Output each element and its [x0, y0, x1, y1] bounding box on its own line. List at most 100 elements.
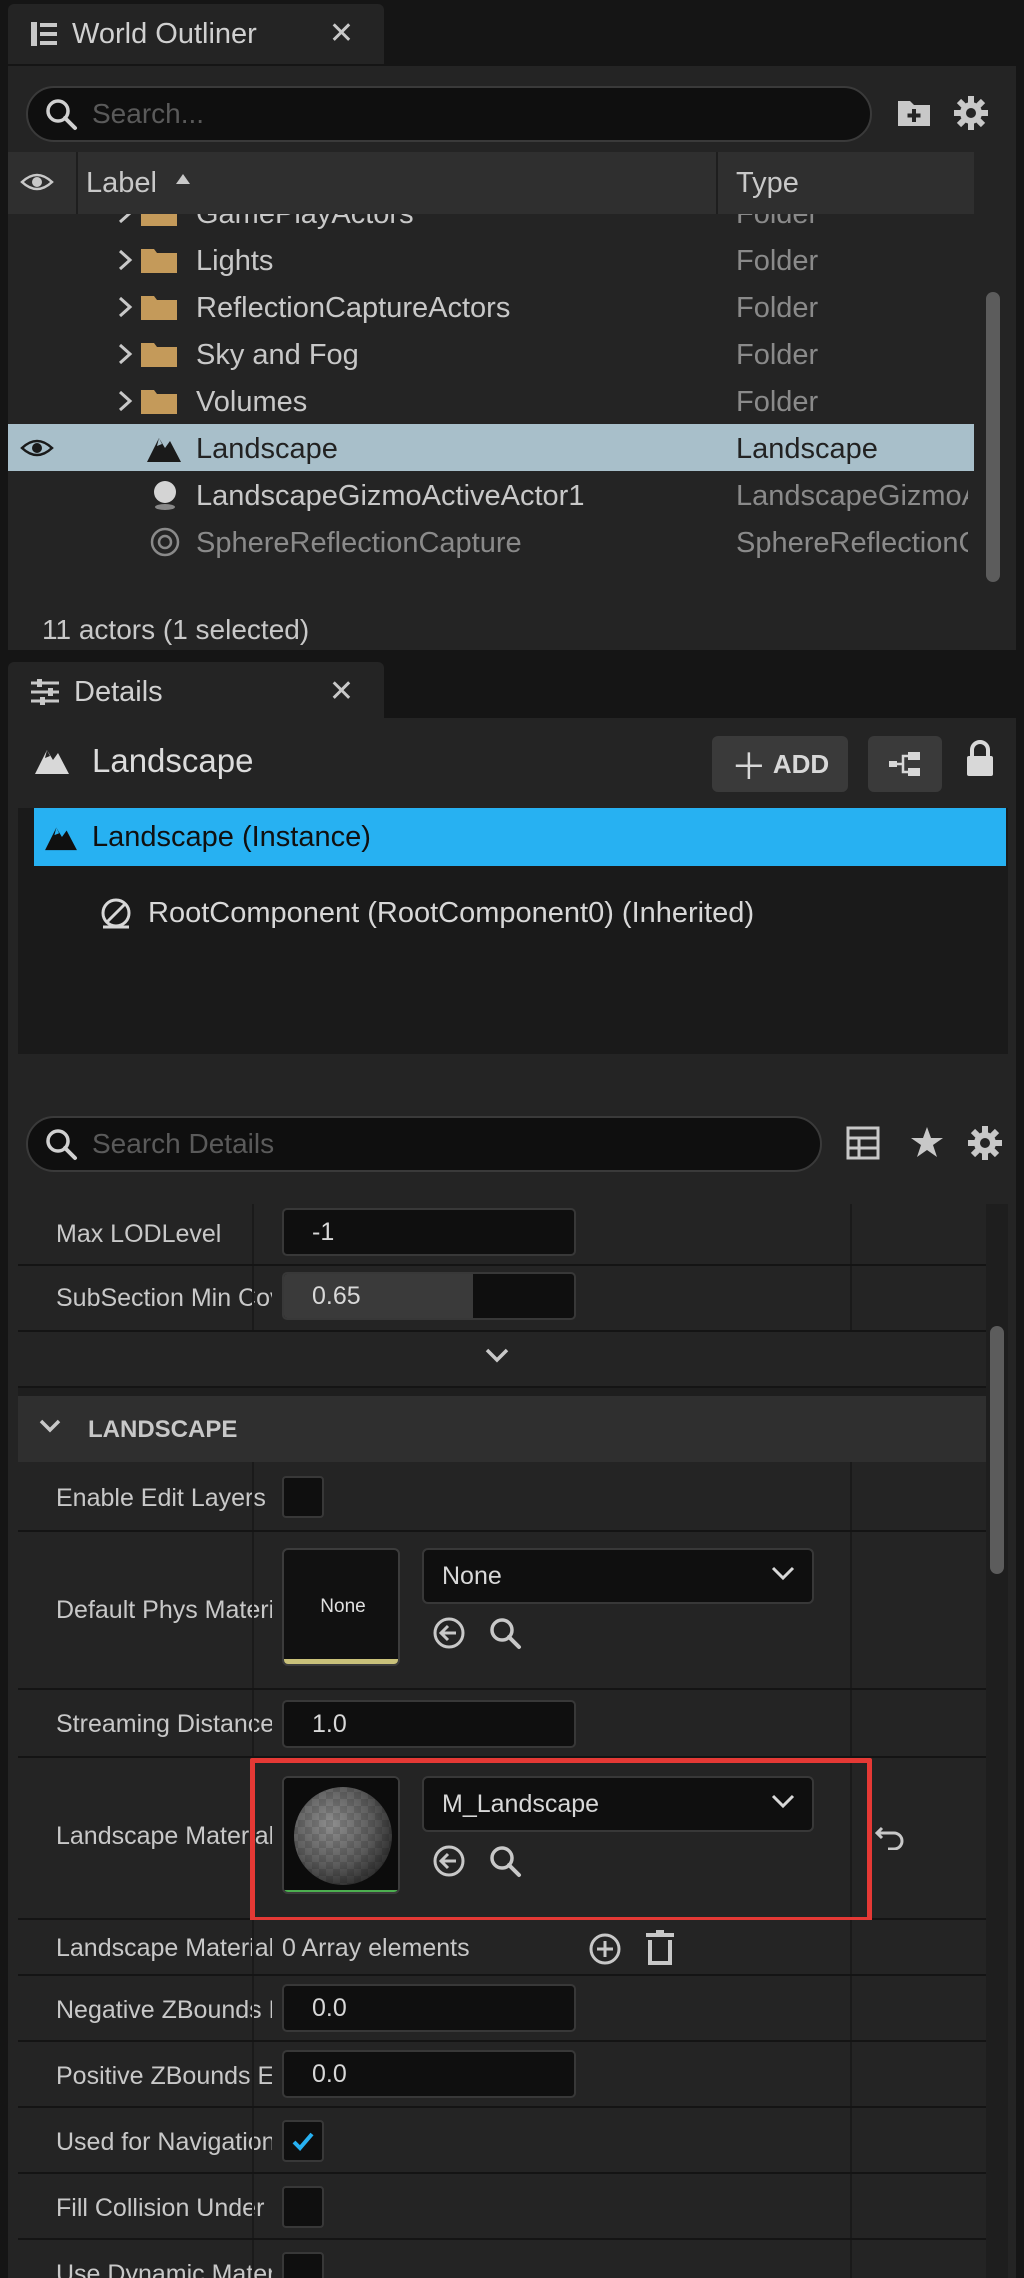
tree-row[interactable]: GamePlayActors Folder: [8, 214, 974, 236]
tab-details[interactable]: Details ✕: [8, 662, 384, 722]
trash-icon[interactable]: [644, 1930, 676, 1966]
column-label-header[interactable]: Label: [86, 167, 157, 200]
combo-value: None: [442, 1561, 502, 1590]
tree-row[interactable]: ReflectionCaptureActors Folder: [8, 283, 974, 330]
property-name: Max LODLevel: [56, 1220, 222, 1248]
search-icon: [44, 1127, 78, 1161]
outliner-scrollbar[interactable]: [986, 292, 1000, 582]
property-name: Enable Edit Layers: [56, 1484, 266, 1512]
row-label: Lights: [196, 245, 274, 277]
details-scrollbar[interactable]: [990, 1326, 1004, 1574]
phys-material-combo[interactable]: None: [422, 1548, 814, 1604]
property-row: Enable Edit Layers: [18, 1462, 986, 1532]
outliner-search-input[interactable]: Search...: [26, 86, 872, 142]
settings-gear-icon[interactable]: [966, 1124, 1004, 1162]
component-row-selected[interactable]: Landscape (Instance): [34, 808, 1006, 866]
tree-row[interactable]: Volumes Folder: [8, 377, 974, 424]
property-name: Fill Collision Under Landscape: [56, 2194, 272, 2222]
visibility-eye-icon[interactable]: [20, 436, 54, 460]
enable-edit-layers-checkbox[interactable]: [282, 1476, 324, 1518]
add-component-button[interactable]: ＋ ADD: [712, 736, 848, 792]
add-element-icon[interactable]: [588, 1932, 622, 1966]
property-matrix-icon[interactable]: [846, 1126, 880, 1160]
close-icon[interactable]: ✕: [329, 16, 354, 51]
outliner-body: Search... Label Type GamePlayActors Fold…: [8, 66, 1016, 650]
row-type: SphereReflectionCapture: [736, 527, 968, 559]
chevron-right-icon[interactable]: [116, 248, 134, 272]
property-name: SubSection Min Coverage: [56, 1284, 272, 1312]
settings-gear-icon[interactable]: [952, 94, 990, 132]
row-label: LandscapeGizmoActiveActor1: [196, 480, 585, 512]
tree-row[interactable]: Sky and Fog Folder: [8, 330, 974, 377]
lock-icon[interactable]: [964, 740, 996, 778]
sort-ascending-icon: [174, 172, 192, 186]
highlight-box: [250, 1758, 872, 1922]
details-body: Landscape ＋ ADD Landscape (Instance) Roo…: [8, 718, 1016, 2278]
component-row[interactable]: RootComponent (RootComponent0) (Inherite…: [34, 884, 1006, 942]
details-search-input[interactable]: Search Details: [26, 1116, 822, 1172]
add-folder-icon[interactable]: [896, 96, 932, 128]
column-type-header[interactable]: Type: [736, 167, 799, 200]
section-header-landscape[interactable]: LANDSCAPE: [18, 1396, 986, 1462]
negative-zbounds-field[interactable]: 0.0: [282, 1984, 576, 2032]
tree-row[interactable]: LandscapeGizmoActiveActor1 LandscapeGizm…: [8, 471, 974, 518]
chevron-down-icon[interactable]: [38, 1418, 62, 1434]
row-label: Volumes: [196, 386, 308, 418]
chevron-right-icon[interactable]: [116, 214, 134, 225]
chevron-down-icon[interactable]: [484, 1346, 510, 1364]
tree-row[interactable]: SphereReflectionCapture SphereReflection…: [8, 518, 974, 565]
subsection-min-coverage-slider[interactable]: 0.65: [282, 1272, 576, 1320]
fill-collision-checkbox[interactable]: [282, 2186, 324, 2228]
chevron-right-icon[interactable]: [116, 295, 134, 319]
property-row: Negative ZBounds Extension 0.0: [18, 1976, 986, 2042]
favorites-star-icon[interactable]: [910, 1126, 944, 1158]
plus-icon: ＋: [730, 746, 767, 787]
landscape-icon: [146, 432, 182, 464]
property-name: Landscape Material: [56, 1822, 272, 1850]
tree-row[interactable]: Lights Folder: [8, 236, 974, 283]
tab-world-outliner[interactable]: World Outliner ✕: [8, 4, 384, 64]
field-value: 1.0: [312, 1709, 347, 1738]
field-value: 0.0: [312, 1993, 347, 2022]
row-type: LandscapeGizmoActiveActor: [736, 480, 968, 512]
outliner-tree: GamePlayActors Folder Lights Folder Refl…: [8, 214, 974, 606]
visibility-eye-icon[interactable]: [20, 170, 54, 194]
reflection-capture-icon: [148, 526, 182, 558]
advanced-expander[interactable]: [18, 1332, 986, 1388]
row-label: Landscape: [196, 433, 338, 465]
tree-row-selected[interactable]: Landscape Landscape: [8, 424, 974, 471]
close-icon[interactable]: ✕: [329, 674, 354, 709]
folder-icon: [140, 340, 178, 368]
component-label: RootComponent (RootComponent0) (Inherite…: [148, 896, 755, 929]
search-placeholder: Search Details: [92, 1128, 275, 1159]
chevron-right-icon[interactable]: [116, 389, 134, 413]
used-for-navigation-checkbox[interactable]: [282, 2120, 324, 2162]
property-row: Use Dynamic Material Instance: [18, 2240, 986, 2278]
blueprint-hierarchy-button[interactable]: [868, 736, 942, 792]
use-dynamic-material-checkbox[interactable]: [282, 2252, 324, 2278]
folder-icon: [140, 293, 178, 321]
streaming-distance-field[interactable]: 1.0: [282, 1700, 576, 1748]
max-lod-level-field[interactable]: -1: [282, 1208, 576, 1256]
row-type: Folder: [736, 292, 819, 324]
property-row: Streaming Distance Multiplier 1.0: [18, 1690, 986, 1758]
property-name: Landscape Material Override: [56, 1934, 272, 1962]
property-name: Streaming Distance Multiplier: [56, 1710, 272, 1738]
details-panel: Details ✕ Landscape ＋ ADD Landscape (Ins…: [0, 656, 1024, 2278]
reset-to-default-icon[interactable]: [874, 1824, 906, 1850]
chevron-right-icon[interactable]: [116, 342, 134, 366]
details-sliders-icon: [30, 678, 60, 706]
property-name: Negative ZBounds Extension: [56, 1996, 272, 2024]
phys-material-thumbnail[interactable]: None: [282, 1548, 400, 1666]
property-row: SubSection Min Coverage 0.65: [18, 1266, 986, 1332]
outliner-status-bar: 11 actors (1 selected): [8, 606, 1016, 650]
tab-title: World Outliner: [72, 17, 257, 50]
world-outliner-panel: World Outliner ✕ Search... Label Type Ga…: [0, 0, 1024, 652]
property-row: Fill Collision Under Landscape: [18, 2174, 986, 2240]
field-value: 0.0: [312, 2059, 347, 2088]
array-count: 0 Array elements: [282, 1934, 470, 1962]
section-title: LANDSCAPE: [88, 1416, 238, 1443]
browse-asset-search-icon[interactable]: [488, 1616, 522, 1650]
positive-zbounds-field[interactable]: 0.0: [282, 2050, 576, 2098]
use-selected-asset-icon[interactable]: [432, 1616, 466, 1650]
